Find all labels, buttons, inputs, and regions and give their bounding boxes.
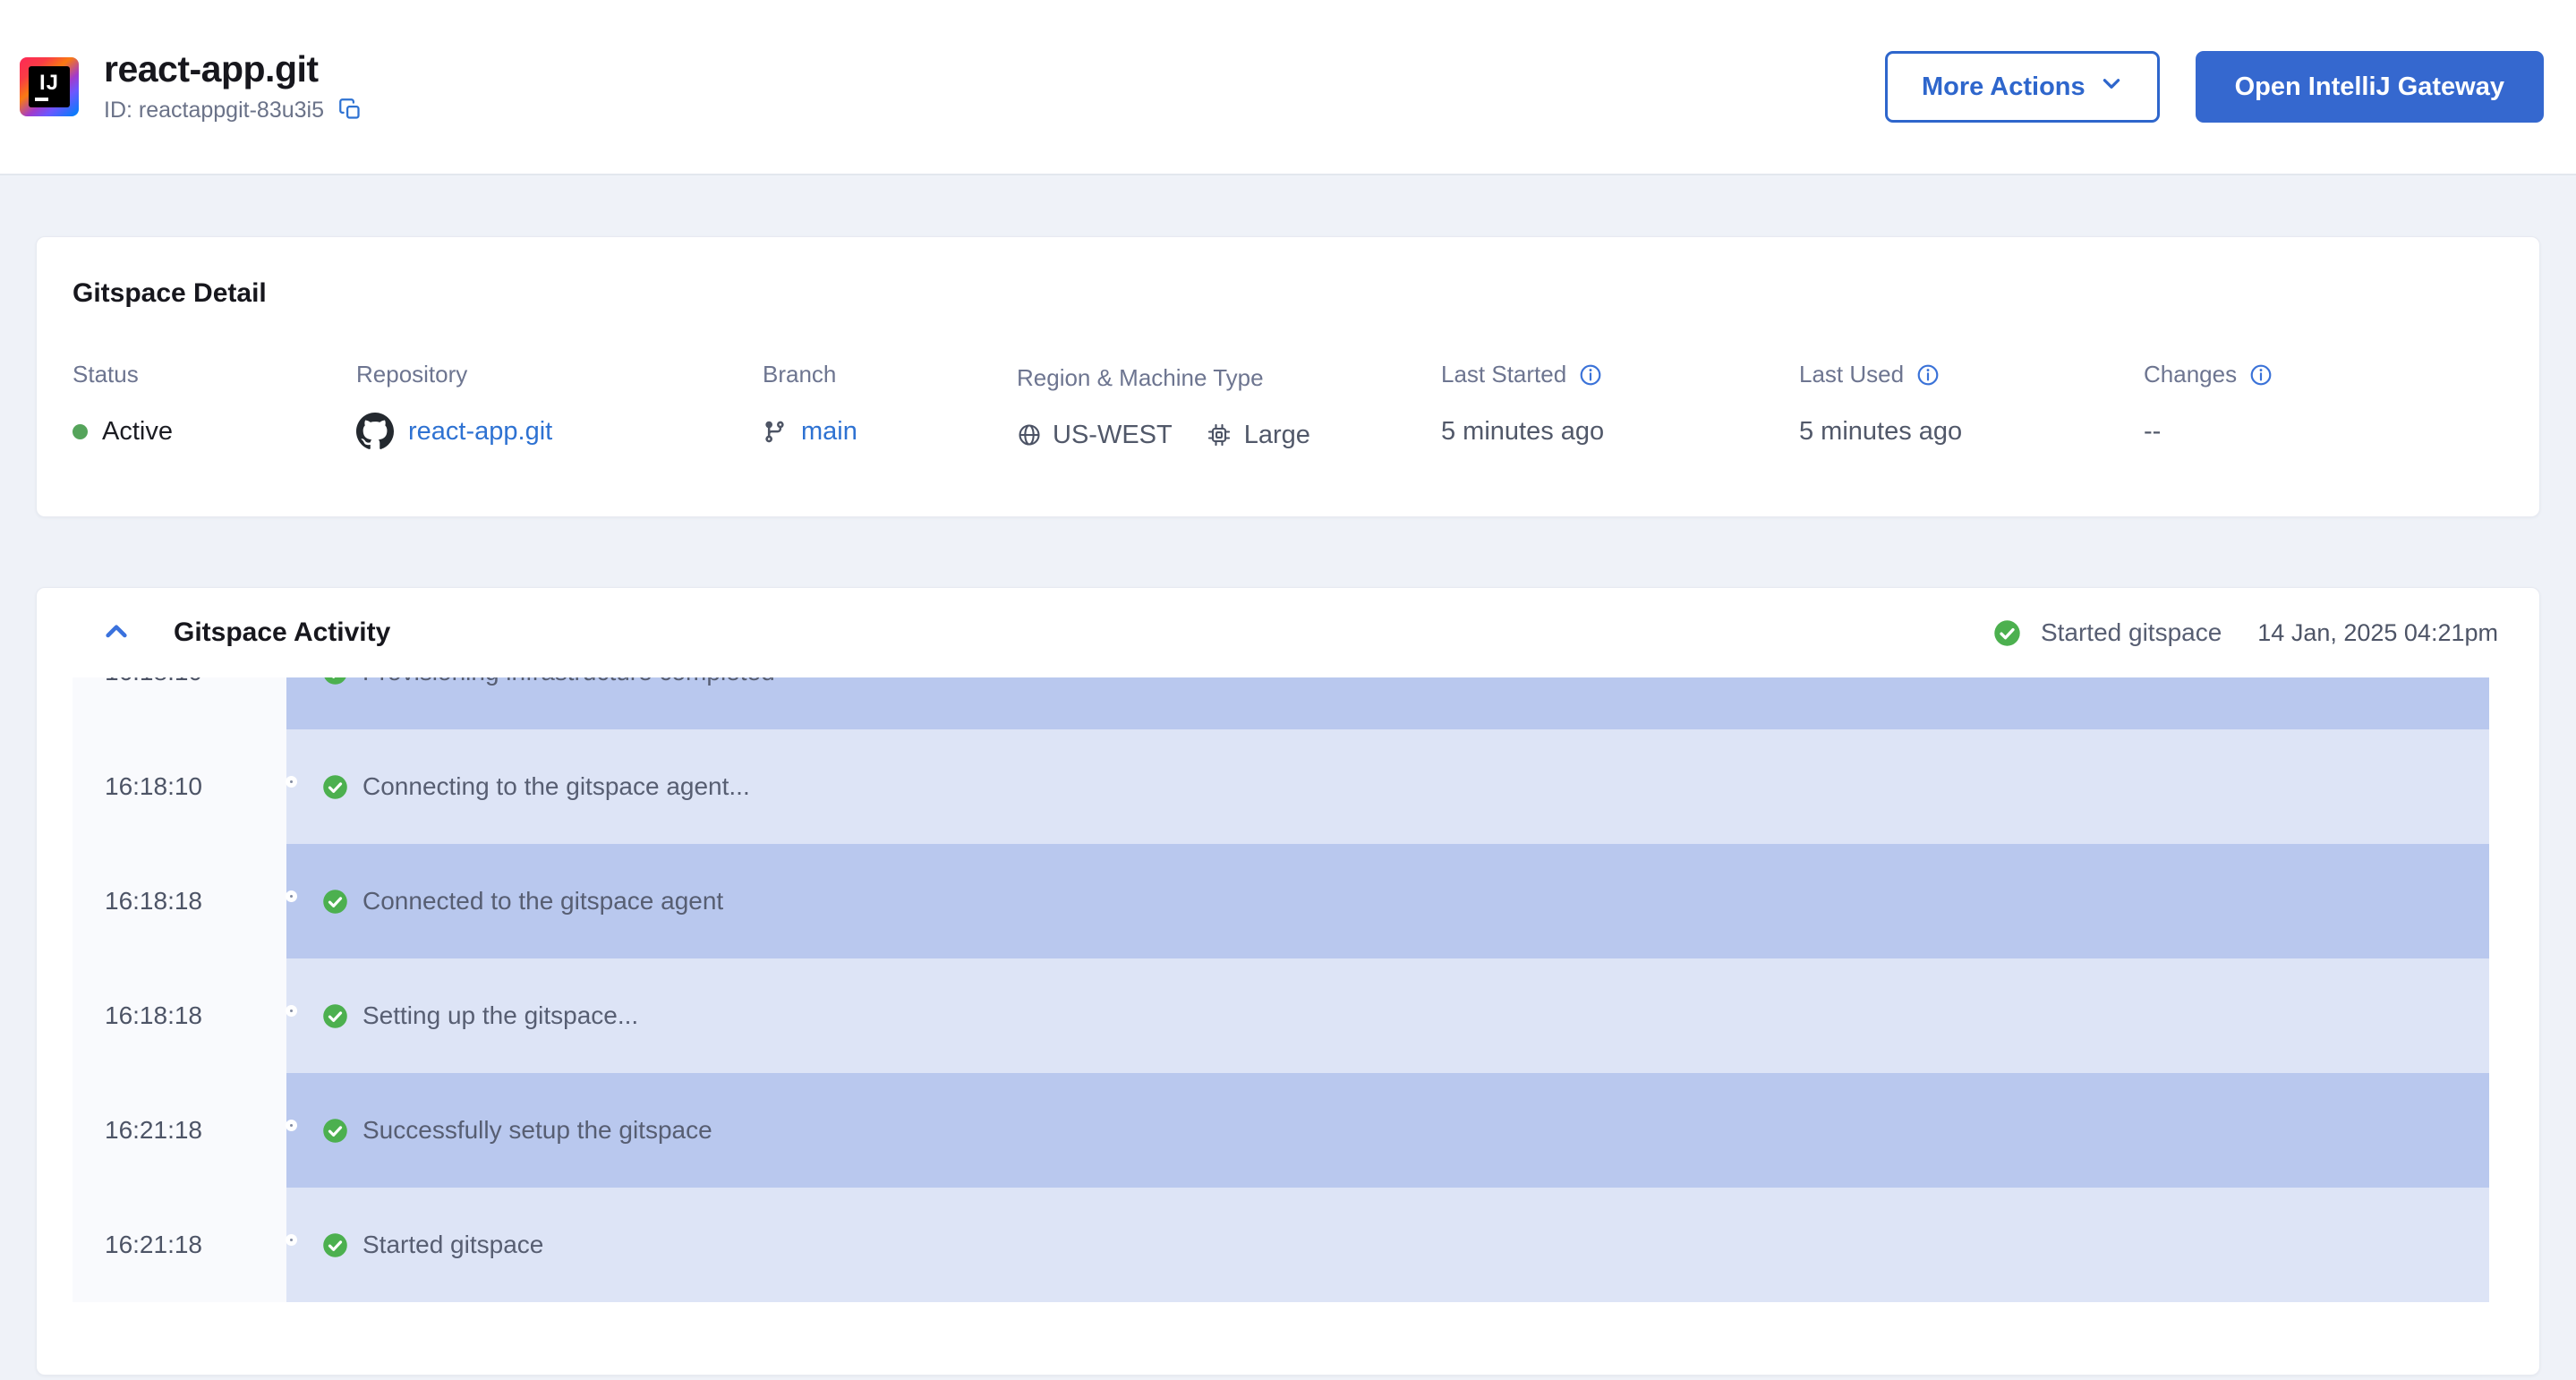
activity-header: Gitspace Activity Started gitspace 14 Ja…	[73, 588, 2498, 677]
status-value: Active	[102, 417, 173, 447]
activity-row: 16:18:10 Connecting to the gitspace agen…	[73, 729, 2489, 844]
field-branch: Branch main	[763, 361, 857, 451]
activity-log: 16:18:10 Provisioning infrastructure com…	[73, 677, 2489, 1302]
row-message: Started gitspace	[363, 1231, 543, 1259]
row-timestamp: 16:18:18	[105, 1001, 202, 1030]
row-message: Connecting to the gitspace agent...	[363, 772, 750, 801]
last-started-value: 5 minutes ago	[1441, 412, 1604, 451]
field-changes: Changes --	[2144, 361, 2273, 451]
row-timestamp: 16:21:18	[105, 1231, 202, 1259]
collapse-activity-button[interactable]	[102, 618, 131, 649]
page-header: IJ react-app.git ID: reactappgit-83u3i5	[0, 0, 2576, 175]
field-repository: Repository react-app.git	[356, 361, 552, 451]
timeline-dot-icon	[286, 1234, 297, 1246]
activity-status-time: 14 Jan, 2025 04:21pm	[2257, 619, 2498, 647]
activity-status-text: Started gitspace	[2041, 618, 2222, 647]
field-last-started: Last Started 5 minutes ago	[1441, 361, 1604, 451]
row-timestamp: 16:18:10	[105, 772, 202, 801]
field-status: Status Active	[73, 361, 173, 451]
repository-link[interactable]: react-app.git	[408, 417, 552, 447]
row-message: Successfully setup the gitspace	[363, 1116, 712, 1145]
info-icon[interactable]	[1916, 363, 1940, 387]
machine-type-value: Large	[1244, 421, 1310, 450]
activity-row: 16:21:18 Started gitspace	[73, 1188, 2489, 1302]
activity-log-viewport[interactable]: 16:18:10 Provisioning infrastructure com…	[73, 677, 2489, 1302]
success-check-icon	[322, 1118, 348, 1144]
gitspace-detail-card: Gitspace Detail Status Active Repository	[36, 236, 2540, 517]
last-used-value: 5 minutes ago	[1799, 412, 1962, 451]
github-icon	[356, 413, 394, 450]
copy-id-button[interactable]	[338, 98, 363, 124]
activity-row: 16:21:18 Successfully setup the gitspace	[73, 1073, 2489, 1188]
success-check-icon	[322, 1003, 348, 1029]
row-timestamp: 16:21:18	[105, 1116, 202, 1145]
gitspace-detail-page: IJ react-app.git ID: reactappgit-83u3i5	[0, 0, 2576, 1380]
field-region-machine: Region & Machine Type US-WEST	[1017, 364, 1310, 455]
status-dot-icon	[73, 424, 88, 439]
chevron-down-icon	[2100, 72, 2123, 102]
gitspace-activity-card: Gitspace Activity Started gitspace 14 Ja…	[36, 587, 2540, 1376]
row-timestamp: 16:18:18	[105, 887, 202, 916]
row-timestamp: 16:18:10	[105, 677, 202, 686]
cpu-chip-icon	[1207, 422, 1232, 447]
region-value: US-WEST	[1053, 421, 1173, 450]
timeline-dot-icon	[286, 890, 297, 902]
title-block: react-app.git ID: reactappgit-83u3i5	[104, 49, 363, 124]
activity-row: 16:18:18 Setting up the gitspace...	[73, 958, 2489, 1073]
page-title: react-app.git	[104, 49, 363, 89]
activity-row: 16:18:10 Provisioning infrastructure com…	[73, 677, 2489, 729]
row-message: Setting up the gitspace...	[363, 1001, 638, 1030]
detail-card-title: Gitspace Detail	[73, 278, 2503, 309]
timeline-dot-icon	[286, 1005, 297, 1017]
changes-value: --	[2144, 412, 2273, 451]
success-check-icon	[322, 889, 348, 915]
success-check-icon	[322, 1232, 348, 1258]
timeline-dot-icon	[286, 776, 297, 788]
branch-link[interactable]: main	[801, 417, 857, 447]
detail-fields: Status Active Repository react-app.git	[73, 361, 2503, 477]
info-icon[interactable]	[1579, 363, 1602, 387]
success-check-icon	[322, 774, 348, 800]
copy-icon	[338, 98, 363, 124]
success-check-icon	[322, 677, 348, 686]
git-branch-icon	[763, 420, 787, 444]
activity-title: Gitspace Activity	[174, 618, 390, 648]
chevron-up-icon	[102, 618, 131, 649]
success-check-icon	[1993, 619, 2021, 647]
more-actions-button[interactable]: More Actions	[1885, 51, 2160, 123]
gitspace-id: ID: reactappgit-83u3i5	[104, 98, 324, 124]
info-icon[interactable]	[2249, 363, 2273, 387]
activity-row: 16:18:18 Connected to the gitspace agent	[73, 844, 2489, 958]
field-last-used: Last Used 5 minutes ago	[1799, 361, 1962, 451]
open-intellij-gateway-button[interactable]: Open IntelliJ Gateway	[2196, 51, 2544, 123]
globe-icon	[1017, 422, 1042, 447]
row-message: Connected to the gitspace agent	[363, 887, 723, 916]
intellij-logo: IJ	[20, 57, 79, 116]
row-message: Provisioning infrastructure completed	[363, 677, 775, 686]
timeline-dot-icon	[286, 1120, 297, 1131]
